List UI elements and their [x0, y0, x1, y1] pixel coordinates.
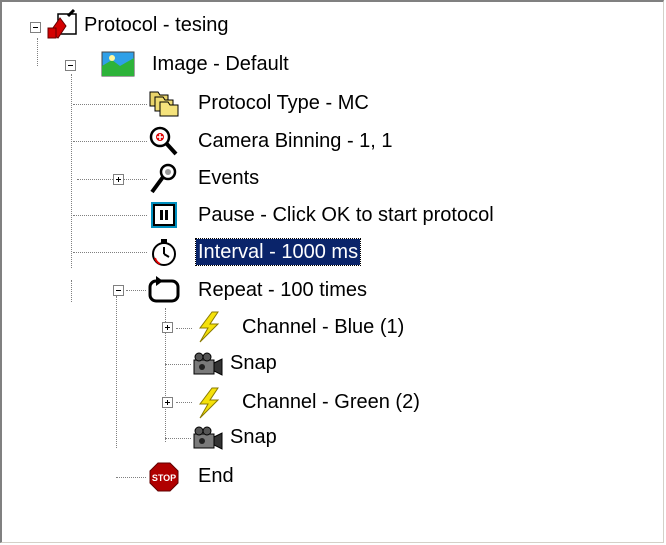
tree-line [116, 296, 117, 448]
tree-node-label[interactable]: Camera Binning - 1, 1 [196, 128, 395, 154]
svg-text:STOP: STOP [152, 473, 176, 483]
tree-node-label[interactable]: Snap [228, 350, 279, 376]
repeat-icon [146, 274, 182, 308]
tree-line [73, 104, 147, 105]
tree-node-label[interactable]: Snap [228, 424, 279, 450]
tree-line [73, 215, 147, 216]
tree-line [77, 179, 147, 180]
camera-icon [190, 422, 226, 456]
lightning-icon [190, 386, 226, 420]
stop-icon: STOP [146, 460, 182, 494]
expand-toggle-events[interactable] [113, 174, 124, 185]
tree-node-label[interactable]: Events [196, 165, 261, 191]
events-icon [146, 162, 182, 196]
tree-line [71, 280, 72, 302]
collapse-toggle-image[interactable] [65, 60, 76, 71]
tree-line [71, 74, 72, 268]
tree-line [73, 141, 147, 142]
tree-line [73, 252, 147, 253]
tree-view[interactable]: Protocol - tesing Image - Default Protoc… [0, 0, 664, 543]
tree-line [126, 290, 146, 291]
expand-toggle-channel-green[interactable] [162, 397, 173, 408]
expand-toggle-channel-blue[interactable] [162, 322, 173, 333]
tree-node-label[interactable]: Image - Default [150, 51, 291, 77]
magnifier-icon [146, 124, 182, 158]
tree-node-label[interactable]: Protocol Type - MC [196, 90, 371, 116]
pause-icon [146, 198, 182, 232]
tree-line [116, 477, 146, 478]
stopwatch-icon [146, 236, 182, 270]
camera-icon [190, 348, 226, 382]
tree-node-label[interactable]: Channel - Blue (1) [240, 314, 406, 340]
tree-line [37, 38, 38, 66]
tree-node-label[interactable]: Repeat - 100 times [196, 277, 369, 303]
tree-line [165, 438, 191, 439]
tree-node-label[interactable]: End [196, 463, 236, 489]
folders-icon [146, 86, 182, 120]
protocol-icon [44, 8, 80, 42]
tree-node-label-selected[interactable]: Interval - 1000 ms [194, 238, 362, 266]
collapse-toggle-repeat[interactable] [113, 285, 124, 296]
tree-node-label[interactable]: Pause - Click OK to start protocol [196, 202, 496, 228]
image-icon [98, 46, 138, 80]
collapse-toggle-protocol[interactable] [30, 22, 41, 33]
tree-node-label[interactable]: Channel - Green (2) [240, 389, 422, 415]
tree-node-label[interactable]: Protocol - tesing [82, 12, 231, 38]
tree-line [165, 364, 191, 365]
lightning-icon [190, 310, 226, 344]
